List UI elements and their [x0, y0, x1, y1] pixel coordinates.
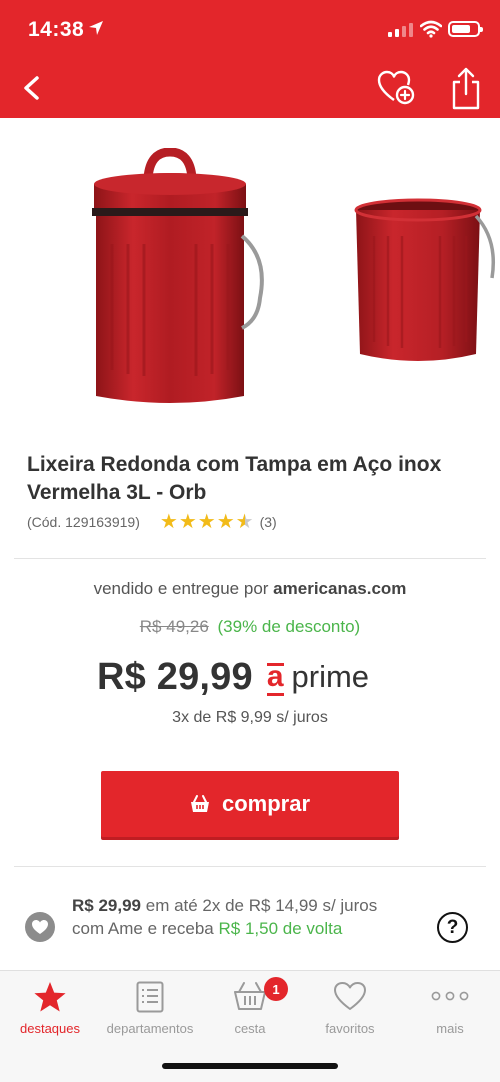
ame-cashback: R$ 1,50 de volta	[218, 919, 343, 938]
installments-info: 3x de R$ 9,99 s/ juros	[172, 709, 328, 726]
top-header: 14:38	[0, 0, 500, 118]
more-dots-icon	[431, 991, 469, 1001]
price-row: R$ 29,99 a prime	[97, 653, 369, 701]
list-icon	[136, 981, 164, 1013]
tab-departamentos[interactable]: departamentos	[100, 971, 200, 1043]
cart-badge: 1	[264, 977, 288, 1001]
back-arrow-icon[interactable]	[12, 68, 52, 108]
discount-label: (39% de desconto)	[217, 617, 361, 636]
tab-label: cesta	[234, 1021, 266, 1036]
seller-info: vendido e entregue por americanas.com	[0, 579, 500, 599]
tab-label: favoritos	[325, 1021, 375, 1036]
seller-name[interactable]: americanas.com	[273, 579, 406, 598]
buy-label: comprar	[221, 791, 311, 816]
old-price-row: R$ 49,26 (39% de desconto)	[0, 617, 500, 637]
half-star-icon: ★	[235, 511, 254, 533]
wifi-icon	[420, 20, 442, 38]
rating-count[interactable]: (3)	[260, 514, 277, 530]
prime-logo: a prime	[266, 659, 370, 696]
product-image-main[interactable]	[82, 148, 272, 416]
tab-favoritos[interactable]: favoritos	[300, 971, 400, 1043]
home-indicator[interactable]	[162, 1063, 338, 1069]
star-icon: ★	[197, 511, 216, 533]
tab-label: destaques	[20, 1021, 80, 1036]
ame-heart-icon	[25, 912, 55, 942]
ame-price: R$ 29,99	[72, 896, 141, 915]
ame-text: R$ 29,99 em até 2x de R$ 14,99 s/ juros …	[72, 894, 392, 940]
battery-icon	[448, 21, 483, 37]
status-bar: 14:38	[0, 0, 500, 60]
buy-button[interactable]: comprar	[101, 771, 399, 837]
ame-offer[interactable]: R$ 29,99 em até 2x de R$ 14,99 s/ juros …	[0, 882, 500, 970]
current-price: R$ 29,99	[97, 655, 253, 698]
product-image-gallery[interactable]	[0, 118, 500, 436]
status-time: 14:38	[28, 18, 85, 41]
tab-cesta[interactable]: 1 cesta	[200, 971, 300, 1043]
star-icon: ★	[216, 511, 235, 533]
basket-icon	[190, 795, 209, 812]
old-price: R$ 49,26	[139, 617, 209, 636]
divider	[14, 558, 486, 559]
divider	[14, 866, 486, 867]
product-meta: (Cód. 129163919) ★ ★ ★ ★ ★ (3)	[27, 511, 277, 533]
basket-icon	[234, 982, 266, 1010]
cellular-signal-icon	[388, 23, 413, 37]
location-arrow-icon	[89, 21, 103, 35]
prime-word: prime	[291, 659, 370, 694]
share-icon[interactable]	[446, 66, 486, 110]
star-icon: ★	[159, 511, 178, 533]
tab-destaques[interactable]: destaques	[0, 971, 100, 1043]
tab-label: departamentos	[106, 1021, 194, 1036]
product-code: (Cód. 129163919)	[27, 514, 140, 530]
star-icon: ★	[178, 511, 197, 533]
heart-icon	[334, 982, 366, 1010]
add-favorite-heart-icon[interactable]	[375, 67, 417, 109]
help-icon[interactable]: ?	[437, 912, 468, 943]
navigation-bar	[0, 60, 500, 118]
tab-label: mais	[436, 1021, 464, 1036]
product-image-secondary[interactable]	[348, 196, 500, 366]
seller-prefix: vendido e entregue por	[93, 579, 269, 598]
star-icon	[34, 982, 66, 1012]
rating-stars[interactable]: ★ ★ ★ ★ ★	[159, 511, 254, 533]
product-title: Lixeira Redonda com Tampa em Aço inox Ve…	[27, 453, 442, 504]
tab-mais[interactable]: mais	[400, 971, 500, 1043]
prime-a-mark: a	[266, 660, 284, 696]
